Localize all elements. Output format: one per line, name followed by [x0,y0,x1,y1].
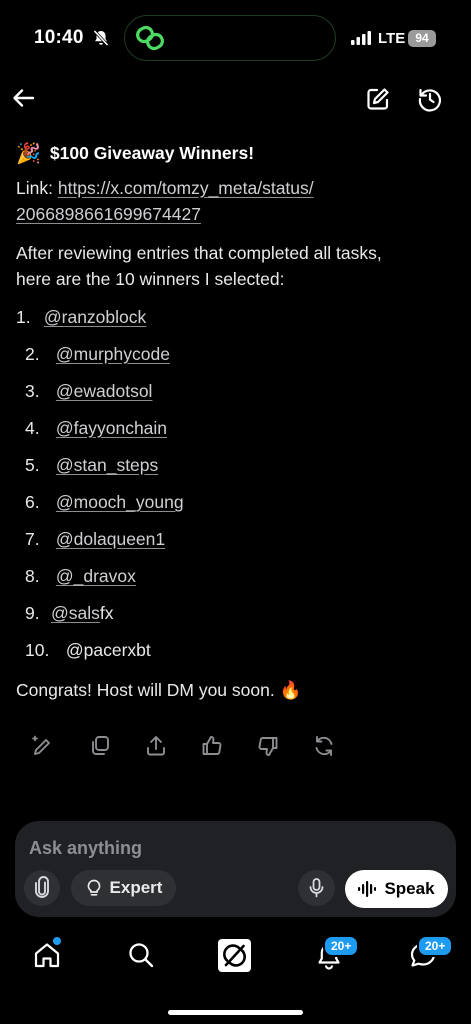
expert-label: Expert [109,878,163,897]
winner-handle[interactable]: @stan_steps [56,455,158,475]
list-item: 8. @_dravox [25,566,136,587]
lightbulb-icon [87,879,100,896]
home-icon[interactable] [32,937,62,970]
grok-icon[interactable] [218,939,251,972]
intro-line-2: here are the 10 winners I selected: [16,269,285,289]
list-item: 10. @pacerxbt [25,640,151,661]
back-arrow-icon[interactable] [11,85,37,111]
list-item: 1. @ranzoblock [16,307,146,328]
network-type: LTE [378,30,406,47]
list-number: 4. [25,418,40,438]
list-number: 7. [25,529,40,549]
list-item: 4. @fayyonchain [25,418,167,439]
closing-text: Congrats! Host will DM you soon. [16,680,275,700]
signal-icon [351,31,373,45]
intro-line-1: After reviewing entries that completed a… [16,243,382,263]
winner-handle[interactable]: @mooch_young [56,492,184,512]
intro-paragraph: After reviewing entries that completed a… [16,240,456,292]
microphone-icon [309,878,324,898]
post-title-text: $100 Giveaway Winners! [49,143,255,163]
winner-handle[interactable]: @fayyonchain [56,418,167,438]
list-item: 9. @salsfx [25,603,114,624]
link-app-icon [135,24,165,52]
status-link-id[interactable]: 2066898661699674427 [16,204,201,224]
silent-bell-icon [92,29,110,47]
regenerate-icon[interactable] [312,734,338,760]
list-number: 3. [25,381,40,401]
fire-emoji: 🔥 [279,680,302,700]
history-icon[interactable] [417,86,443,112]
copy-icon[interactable] [88,734,114,760]
list-item: 7. @dolaqueen1 [25,529,165,550]
list-item: 6. @mooch_young [25,492,184,513]
edit-pencil-icon[interactable] [31,734,57,760]
post-title: 🎉 $100 Giveaway Winners! [16,141,254,166]
list-number: 5. [25,455,40,475]
winner-handle[interactable]: @dolaqueen1 [56,529,165,549]
thumbs-down-icon[interactable] [256,734,282,760]
status-link[interactable]: https://x.com/tomzy_meta/status/ [58,178,314,198]
list-item: 5. @stan_steps [25,455,158,476]
list-item: 3. @ewadotsol [25,381,152,402]
list-number: 10. [25,640,50,660]
list-number: 2. [25,344,40,364]
link-label: Link: [16,178,53,198]
winner-handle[interactable]: @_dravox [56,566,136,586]
paperclip-icon [35,876,49,898]
expert-button[interactable]: Expert [71,870,176,906]
list-number: 1. [16,307,31,327]
ask-input[interactable]: Ask anything [29,838,142,859]
home-unread-dot [53,937,61,945]
home-indicator [168,1010,303,1015]
winner-handle[interactable]: @ranzoblock [44,307,146,327]
closing-line: Congrats! Host will DM you soon. 🔥 [16,677,456,703]
winner-handle: @pacerxbt [65,640,151,660]
speak-label: Speak [384,879,435,898]
speak-button[interactable]: Speak [345,870,448,908]
list-number: 6. [25,492,40,512]
winner-handle[interactable]: @murphycode [56,344,170,364]
attach-button[interactable] [24,870,60,906]
battery-indicator: 94 [408,30,436,47]
notifications-badge: 20+ [323,935,360,957]
winner-handle[interactable]: @ewadotsol [56,381,153,401]
thumbs-up-icon[interactable] [200,734,226,760]
list-number: 8. [25,566,40,586]
link-paragraph: Link: https://x.com/tomzy_meta/status/ 2… [16,175,456,227]
messages-badge: 20+ [417,935,454,957]
list-number: 9. [25,603,40,623]
edit-icon[interactable] [365,86,391,112]
search-icon[interactable] [127,941,155,969]
party-emoji: 🎉 [16,143,41,165]
share-icon[interactable] [144,734,170,760]
list-item: 2. @murphycode [25,344,170,365]
winner-handle-suffix: fx [99,603,114,623]
microphone-button[interactable] [298,870,335,906]
waveform-icon [358,881,377,897]
winner-handle[interactable]: @sals [51,603,100,623]
status-time: 10:40 [34,27,84,48]
